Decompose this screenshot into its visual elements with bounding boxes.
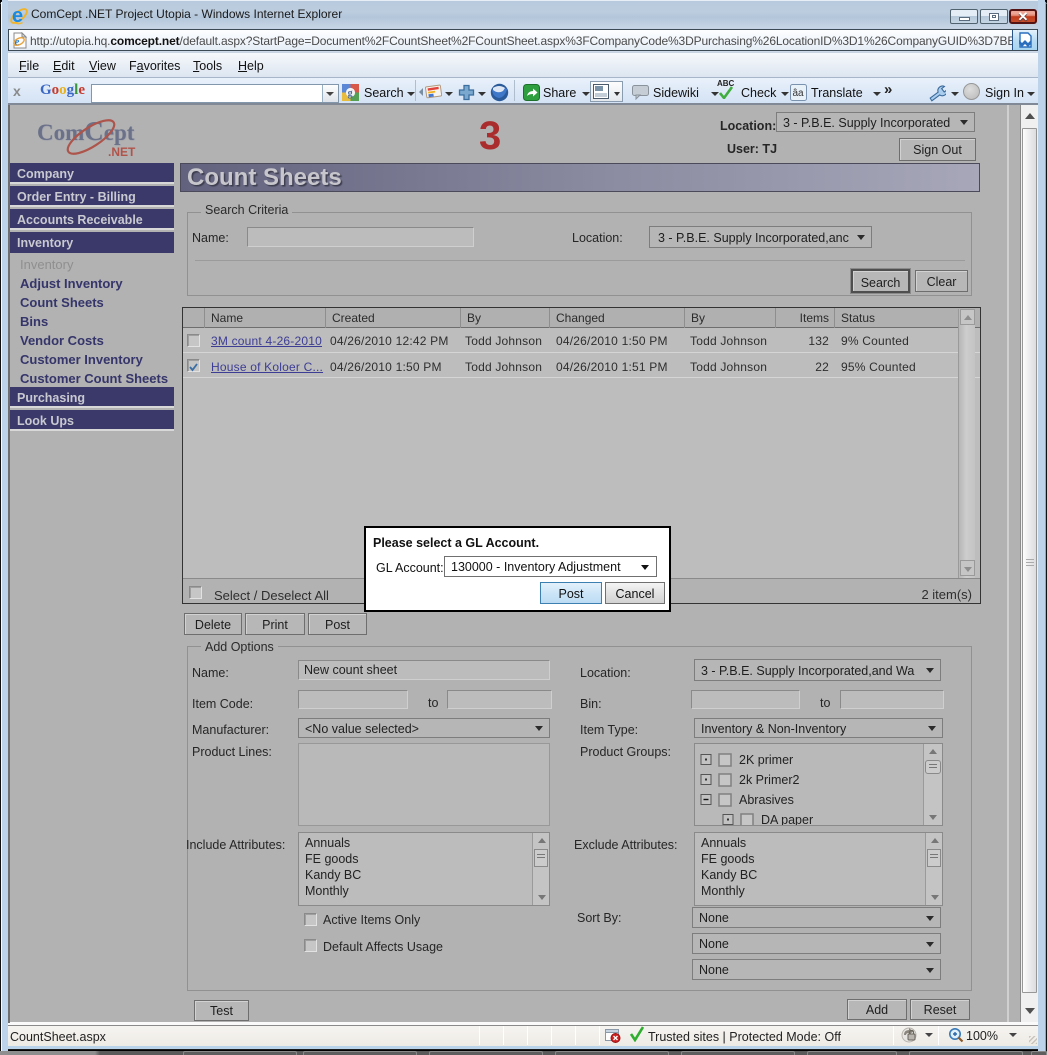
svg-text:DA paper: DA paper [761, 813, 813, 825]
svg-text:e: e [12, 5, 23, 25]
svg-text:2K primer: 2K primer [739, 753, 793, 767]
svg-text:g: g [348, 88, 353, 99]
svg-text:âa: âa [793, 88, 805, 99]
svg-text:Abrasives: Abrasives [739, 793, 794, 807]
svg-text:2k Primer2: 2k Primer2 [739, 773, 799, 787]
